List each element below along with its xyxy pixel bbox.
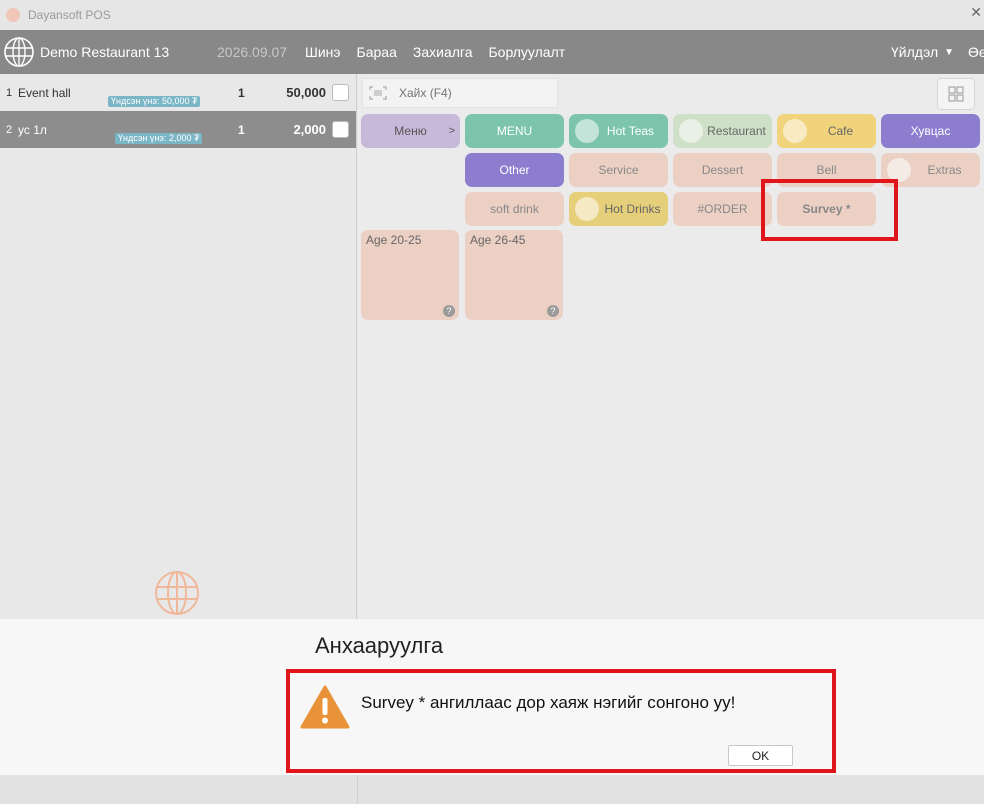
category-label: Hot Drinks [604, 202, 661, 216]
restaurant-name[interactable]: Demo Restaurant 13 [40, 44, 217, 60]
category-label: Cafe [827, 124, 854, 138]
top-navigation: Demo Restaurant 13 2026.09.07 Шинэ Бараа… [0, 30, 984, 74]
search-input[interactable] [399, 86, 549, 100]
app-logo-icon [6, 8, 20, 22]
category-label: Service [598, 163, 639, 177]
category-label: Hot Teas [606, 124, 655, 138]
base-price-badge: Үндсэн үнэ: 50,000 ₮ [108, 96, 201, 107]
nav-operations[interactable]: Үйлдэл [891, 44, 938, 60]
nav-new[interactable]: Шинэ [305, 44, 341, 60]
category-label: MENU [496, 124, 533, 138]
item-price: 2,000 [293, 122, 326, 137]
base-price-badge: Үндсэн үнэ: 2,000 ₮ [115, 133, 203, 144]
category-label: Other [499, 163, 530, 177]
category-label: Bell [816, 163, 837, 177]
dialog-title: Анхааруулга [315, 633, 444, 658]
nav-right-group: Үйлдэл ▼ Өө [891, 30, 984, 74]
item-quantity[interactable]: 1 [238, 86, 258, 100]
order-row[interactable]: 1 Event hall 1 50,000 Үндсэн үнэ: 50,000… [0, 74, 356, 111]
window-close-icon[interactable]: ✕ [970, 4, 982, 21]
category-cafe[interactable]: Cafe [777, 114, 876, 148]
category-label: Extras [927, 163, 962, 177]
help-icon[interactable]: ? [443, 305, 455, 317]
category-label: Меню [394, 124, 427, 138]
globe-watermark-icon [155, 571, 199, 615]
category-service[interactable]: Service [569, 153, 668, 187]
teacup-icon [575, 119, 599, 143]
bottom-strip [0, 775, 984, 804]
chevron-right-icon: > [448, 125, 455, 137]
survey-highlight-box [761, 179, 898, 241]
product-name: Age 20-25 [366, 233, 422, 247]
help-icon[interactable]: ? [547, 305, 559, 317]
row-checkbox[interactable] [332, 84, 349, 101]
product-name: Age 26-45 [470, 233, 526, 247]
category-hot-drinks[interactable]: Hot Drinks [569, 192, 668, 226]
category-label: Dessert [701, 163, 744, 177]
row-index: 1 [5, 86, 13, 99]
item-quantity[interactable]: 1 [238, 123, 258, 137]
category-label: Хувцас [910, 124, 951, 138]
category-restaurant[interactable]: Restaurant [673, 114, 772, 148]
chevron-down-icon[interactable]: ▼ [944, 47, 954, 58]
category-dessert[interactable]: Dessert [673, 153, 772, 187]
coffee-cup-icon [575, 197, 599, 221]
row-index: 2 [5, 123, 13, 136]
grid-view-button[interactable] [937, 78, 975, 110]
order-row-selected[interactable]: 2 ус 1л 1 2,000 Үндсэн үнэ: 2,000 ₮ [0, 111, 356, 148]
app-title: Dayansoft POS [28, 8, 111, 22]
item-price: 50,000 [286, 85, 326, 100]
dialog-highlight-box [286, 669, 836, 773]
product-card-age-20-25[interactable]: Age 20-25 ? [361, 230, 459, 320]
nav-orders[interactable]: Захиалга [413, 44, 473, 60]
search-box[interactable] [362, 78, 558, 108]
product-card-age-26-45[interactable]: Age 26-45 ? [465, 230, 563, 320]
category-label: soft drink [490, 202, 539, 216]
window-titlebar: Dayansoft POS ✕ [0, 0, 984, 30]
globe-logo-icon [4, 37, 34, 67]
category-hot-teas[interactable]: Hot Teas [569, 114, 668, 148]
row-checkbox[interactable] [332, 121, 349, 138]
coffee-bean-icon [783, 119, 807, 143]
category-menu[interactable]: MENU [465, 114, 564, 148]
category-label: #ORDER [697, 202, 748, 216]
panel-divider [357, 775, 358, 804]
nav-sales[interactable]: Борлуулалт [488, 44, 565, 60]
cloche-icon [679, 119, 703, 143]
category-label: Restaurant [707, 124, 766, 138]
category-order[interactable]: #ORDER [673, 192, 772, 226]
grid-icon [948, 86, 964, 102]
category-clothing[interactable]: Хувцас [881, 114, 980, 148]
menu-nav-button[interactable]: Меню > [361, 114, 460, 148]
barcode-scan-icon[interactable] [369, 86, 387, 100]
nav-products[interactable]: Бараа [357, 44, 397, 60]
current-date: 2026.09.07 [217, 44, 288, 60]
nav-extra[interactable]: Өө [968, 44, 984, 60]
category-soft-drink[interactable]: soft drink [465, 192, 564, 226]
category-other[interactable]: Other [465, 153, 564, 187]
